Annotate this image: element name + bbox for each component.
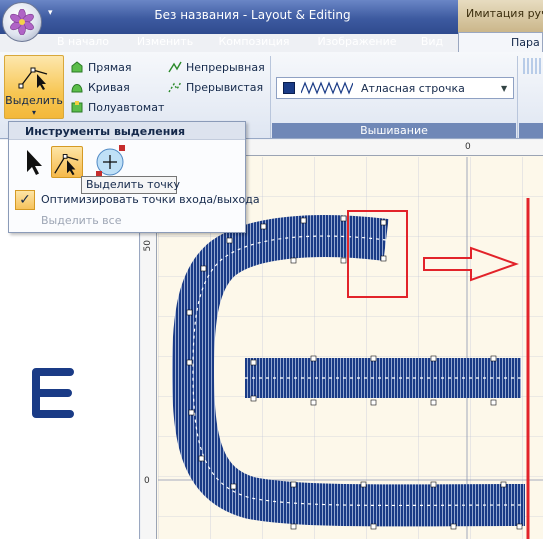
optimize-entry-exit-label: Оптимизировать точки входа/выхода [41,193,260,206]
tool-continuous-label: Непрерывная [186,60,265,74]
arrow-pointer-icon [27,150,42,175]
tool-straight-label: Прямая [88,60,132,74]
title-bar: ▾ Без названия - Layout & Editing Имитац… [0,0,543,34]
app-window: { "window": { "title": "Без названия - L… [0,0,543,539]
window-title: Без названия - Layout & Editing [154,8,351,22]
ribbon-separator [270,56,271,138]
chevron-down-icon[interactable]: ▼ [501,84,513,93]
menu-header: Инструменты выделения [9,122,245,140]
tab-image[interactable]: Изображение [310,32,404,52]
tool-curve-label: Кривая [88,80,130,94]
select-object-tool[interactable] [17,146,49,178]
add-point-tool[interactable] [93,144,125,177]
application-menu-button[interactable] [2,2,42,42]
group-label-embroidery: Вышивание [272,123,516,138]
ribbon-separator [517,56,518,138]
stitch-type-value: Атласная строчка [361,81,465,95]
stitch-pattern-icon[interactable] [522,57,542,75]
select-point-tool[interactable] [51,146,83,178]
tool-broken-label: Прерывистая [186,80,264,94]
tab-edit[interactable]: Изменить [130,32,200,52]
ribbon-tab-row: В начало Изменить Композиция Изображение… [0,30,543,52]
stitch-type-combo[interactable]: Атласная строчка ▼ [276,77,514,99]
select-point-icon [54,154,79,176]
context-tab-group-label: Имитация руч [458,0,543,34]
checkmark-icon[interactable]: ✓ [15,190,35,210]
chevron-down-icon: ▾ [31,108,36,117]
select-all-item: Выделить все [41,214,122,227]
stitch-color-swatch[interactable] [283,82,295,94]
ruler-left-mark-50: 50 [143,240,153,252]
broken-line-icon [168,81,182,93]
satin-stitch-icon [301,81,353,95]
tooltip: Выделить точку [81,176,180,194]
tab-parameters[interactable]: Пара [458,32,543,52]
tool-straight[interactable]: Прямая [70,58,132,76]
add-point-icon [96,145,125,177]
flower-logo-icon [10,9,34,35]
tab-home[interactable]: В начало [52,32,114,52]
select-button-label: Выделить [5,94,63,107]
design-thumbnail[interactable] [18,364,78,422]
semi-auto-icon [71,101,83,113]
group-label-partial [519,123,543,138]
tool-semi-auto[interactable]: Полуавтомат [70,98,164,116]
ruler-top-zero: 0 [465,142,471,152]
tab-view[interactable]: Вид [418,32,446,52]
continuous-line-icon [168,61,182,73]
curve-icon [71,84,83,93]
select-button[interactable]: Выделить ▾ [4,55,64,119]
tab-composition[interactable]: Композиция [214,32,294,52]
tool-semi-auto-label: Полуавтомат [88,100,165,114]
straight-line-icon [71,61,83,73]
select-tool-icon [18,67,48,90]
ruler-left-mark-0: 0 [144,476,150,486]
tool-curve[interactable]: Кривая [70,78,130,96]
tool-continuous[interactable]: Непрерывная [168,58,265,76]
tool-broken[interactable]: Прерывистая [168,78,263,96]
